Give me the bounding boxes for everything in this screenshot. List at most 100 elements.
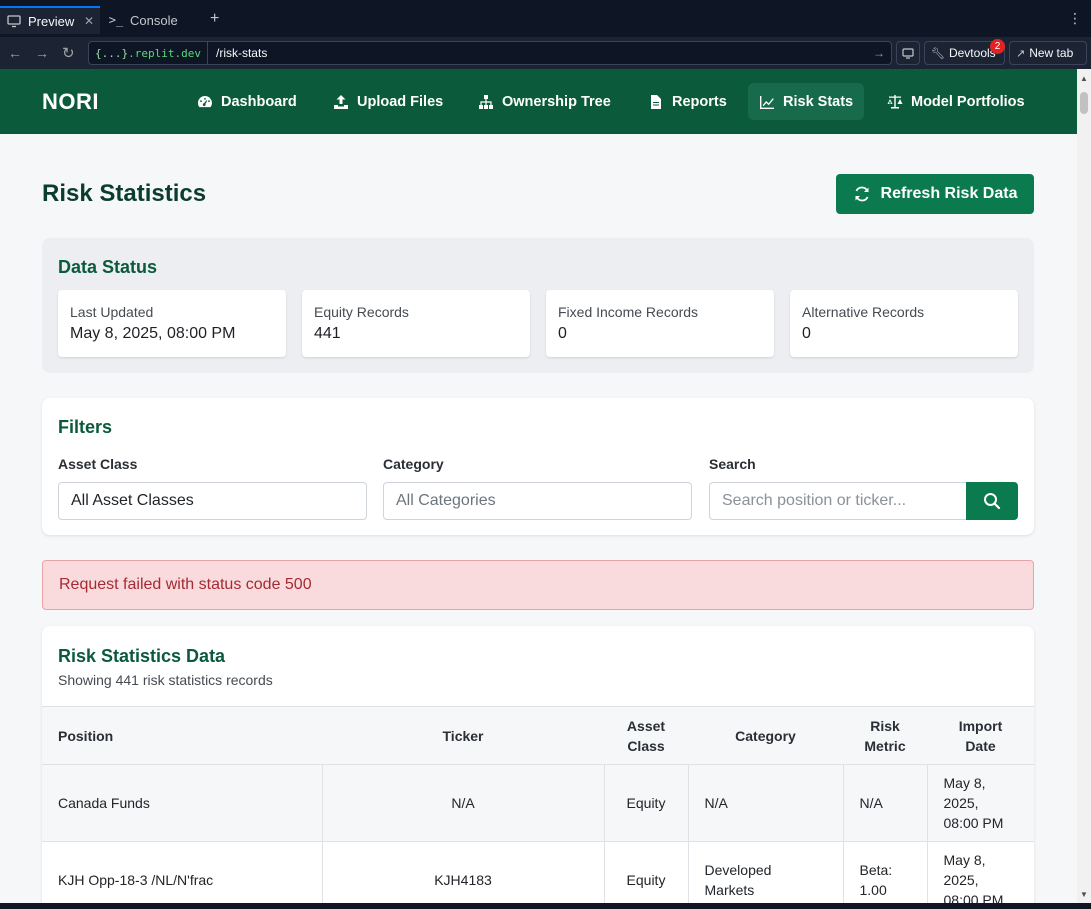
- col-position[interactable]: Position: [42, 706, 322, 765]
- data-status-card: Data Status Last Updated May 8, 2025, 08…: [42, 238, 1034, 373]
- stat-last-updated: Last Updated May 8, 2025, 08:00 PM: [58, 290, 286, 357]
- category-label: Category: [383, 456, 444, 472]
- devtools-badge: 2: [990, 39, 1005, 54]
- cell-category-line2: Markets: [704, 882, 755, 898]
- asset-class-label: Asset Class: [58, 456, 138, 472]
- cell-category-line1: N/A: [704, 795, 728, 811]
- nav-dashboard-label: Dashboard: [221, 93, 297, 110]
- tab-preview[interactable]: Preview ✕: [0, 6, 100, 34]
- cell-risk-metric: Beta: 1.00: [843, 841, 928, 903]
- cell-category: N/A: [688, 764, 844, 842]
- page-scrollbar[interactable]: ▲ ▼: [1077, 69, 1091, 903]
- nav-dashboard[interactable]: Dashboard: [186, 83, 308, 120]
- terminal-icon: >_: [108, 13, 124, 27]
- preview-url-bar: ← → ↻ {...}.replit.dev /risk-stats → 🔧︎ …: [0, 38, 1091, 69]
- bottom-edge: [0, 903, 1091, 909]
- cell-date-line3: 08:00 PM: [943, 815, 1004, 831]
- search-button[interactable]: [966, 482, 1018, 520]
- cell-category: Developed Markets: [688, 841, 844, 903]
- new-tab-button[interactable]: ↗ New tab: [1009, 41, 1087, 65]
- url-host: {...}.replit.dev: [89, 47, 207, 60]
- col-risk-line2: Metric: [864, 737, 906, 754]
- new-tab-label: New tab: [1029, 46, 1074, 60]
- cell-import-date: May 8, 2025, 08:00 PM: [927, 841, 1034, 903]
- col-import-date[interactable]: Import Date: [927, 706, 1034, 765]
- search-label: Search: [709, 456, 756, 472]
- stat-value: 0: [802, 325, 811, 342]
- stat-label: Equity Records: [314, 304, 409, 320]
- ide-tab-bar: Preview ✕ >_ Console + ⋮: [0, 0, 1091, 38]
- search-icon: [984, 493, 1001, 510]
- forward-icon[interactable]: →: [35, 45, 49, 61]
- table-header-row: Position Ticker Asset Class Category Risk…: [42, 706, 1034, 765]
- table-row[interactable]: KJH Opp-18-3 /NL/N'frac KJH4183 Equity D…: [42, 841, 1034, 903]
- cell-date-line3: 08:00 PM: [943, 892, 1004, 903]
- nav-reports-label: Reports: [672, 93, 727, 110]
- risk-data-card: Risk Statistics Data Showing 441 risk st…: [42, 626, 1034, 903]
- stat-label: Fixed Income Records: [558, 304, 699, 320]
- nav-model-portfolios[interactable]: Model Portfolios: [876, 83, 1036, 120]
- scrollbar-thumb[interactable]: [1080, 92, 1088, 114]
- risk-table: Position Ticker Asset Class Category Risk…: [42, 706, 1034, 903]
- col-risk-metric[interactable]: Risk Metric: [843, 706, 927, 765]
- file-icon: [651, 94, 661, 109]
- more-menu-icon[interactable]: ⋮: [1068, 10, 1082, 27]
- scroll-up-icon[interactable]: ▲: [1080, 74, 1088, 83]
- cell-risk-metric: N/A: [843, 764, 928, 842]
- tab-console[interactable]: >_ Console: [104, 6, 200, 34]
- url-path: /risk-stats: [215, 46, 268, 60]
- asset-class-select[interactable]: All Asset Classes: [58, 482, 367, 520]
- url-host-suffix: .replit.dev: [128, 46, 201, 60]
- col-asset-class[interactable]: Asset Class: [604, 706, 688, 765]
- stat-label: Alternative Records: [802, 304, 925, 320]
- upload-icon: [334, 94, 348, 109]
- filters-heading: Filters: [58, 417, 113, 437]
- cell-date-line2: 2025,: [943, 872, 979, 888]
- refresh-label: Refresh Risk Data: [880, 185, 1018, 202]
- col-ticker[interactable]: Ticker: [322, 706, 604, 765]
- url-field[interactable]: {...}.replit.dev /risk-stats →: [88, 41, 892, 65]
- nav-risk-stats-label: Risk Stats: [783, 93, 854, 110]
- cell-risk-line1: Beta:: [859, 862, 893, 878]
- search-input[interactable]: Search position or ticker...: [709, 482, 967, 520]
- refresh-risk-data-button[interactable]: Refresh Risk Data: [836, 174, 1034, 214]
- stat-equity-records: Equity Records 441: [302, 290, 530, 357]
- cell-risk-line1: N/A: [859, 795, 883, 811]
- scale-icon: [887, 94, 903, 108]
- stat-value: 0: [558, 325, 567, 342]
- cell-date-line2: 2025,: [943, 795, 979, 811]
- category-select[interactable]: All Categories: [383, 482, 692, 520]
- cell-ticker: KJH4183: [322, 841, 605, 903]
- go-arrow-icon[interactable]: →: [873, 46, 885, 60]
- refresh-icon: [855, 186, 869, 202]
- records-count: Showing 441 risk statistics records: [58, 672, 273, 688]
- sitemap-icon: [479, 94, 493, 109]
- stat-alternative-records: Alternative Records 0: [790, 290, 1018, 357]
- add-tab-icon[interactable]: +: [210, 10, 219, 28]
- cell-import-date: May 8, 2025, 08:00 PM: [927, 764, 1034, 842]
- reload-icon[interactable]: ↻: [62, 44, 75, 62]
- back-icon[interactable]: ←: [8, 45, 22, 61]
- nav-ownership-tree[interactable]: Ownership Tree: [467, 83, 622, 120]
- nav-upload-files[interactable]: Upload Files: [322, 83, 454, 120]
- nav-ownership-tree-label: Ownership Tree: [502, 93, 611, 110]
- cell-asset-class: Equity: [604, 841, 689, 903]
- filters-card: Filters Asset Class All Asset Classes Ca…: [42, 398, 1034, 535]
- table-row[interactable]: Canada Funds N/A Equity N/A N/A May 8, 20…: [42, 764, 1034, 842]
- col-category[interactable]: Category: [688, 706, 843, 765]
- nav-risk-stats[interactable]: Risk Stats: [748, 83, 865, 120]
- nav-model-portfolios-label: Model Portfolios: [911, 93, 1025, 110]
- cell-category-line1: Developed: [704, 862, 772, 878]
- monitor-icon: [902, 48, 914, 59]
- gauge-icon: [198, 95, 212, 107]
- error-alert: Request failed with status code 500: [42, 560, 1034, 610]
- close-icon[interactable]: ✕: [84, 14, 94, 28]
- cell-position: KJH Opp-18-3 /NL/N'frac: [42, 841, 323, 903]
- scroll-down-icon[interactable]: ▼: [1080, 890, 1088, 899]
- nav-reports[interactable]: Reports: [637, 83, 738, 120]
- screen-size-button[interactable]: [896, 41, 920, 65]
- brand-logo[interactable]: NORI: [42, 89, 99, 115]
- cell-asset-class: Equity: [604, 764, 689, 842]
- url-host-prefix: {...}: [95, 46, 129, 60]
- data-status-heading: Data Status: [58, 257, 158, 277]
